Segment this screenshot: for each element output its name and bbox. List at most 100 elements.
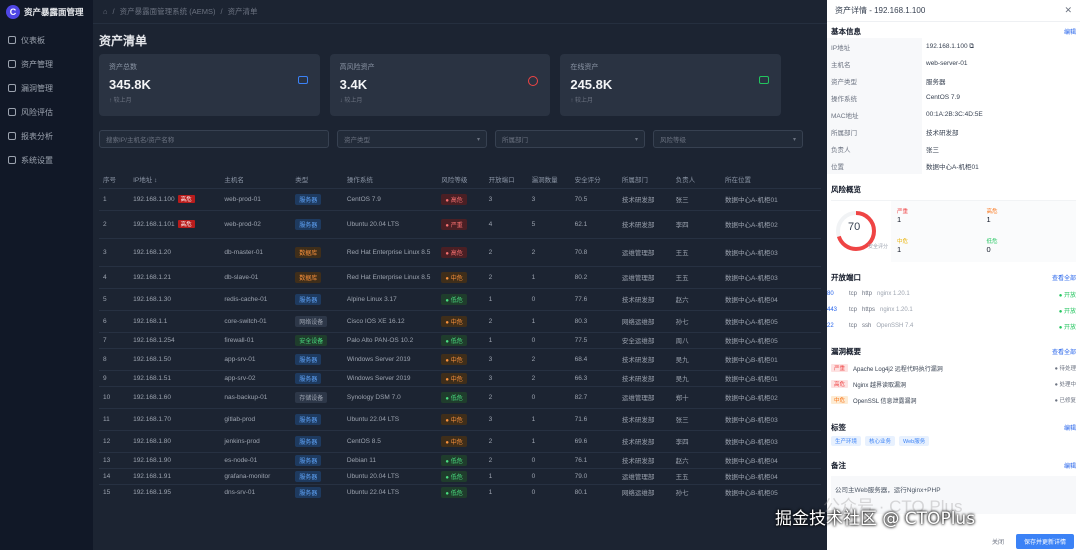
chevron-down-icon: ▾ xyxy=(792,136,796,143)
table-row[interactable]: 10 192.168.1.60 nas-backup-01 存储设备 Synology … xyxy=(99,386,821,408)
edit-link[interactable]: 编辑 xyxy=(1064,27,1076,36)
port-proto: tcp xyxy=(849,291,858,297)
ip-text[interactable]: 192.168.1.50 xyxy=(133,356,171,363)
table-row[interactable]: 6 192.168.1.1 core-switch-01 网络设备 Cisco IOS … xyxy=(99,310,821,332)
cell-ip: 192.168.1.95 xyxy=(129,484,220,500)
column-header[interactable]: 负责人 xyxy=(672,170,721,188)
risk-badge: ● 低危 xyxy=(441,486,467,498)
risk-select[interactable]: 风险等级 ▾ xyxy=(653,130,803,148)
ip-text[interactable]: 192.168.1.101 xyxy=(133,221,175,228)
edit-link[interactable]: 编辑 xyxy=(1064,423,1076,432)
ip-text[interactable]: 192.168.1.60 xyxy=(133,394,171,401)
table-row[interactable]: 9 192.168.1.51 app-srv-02 服务器 Windows Server… xyxy=(99,370,821,386)
dept-select[interactable]: 所属部门 ▾ xyxy=(495,130,645,148)
close-button[interactable]: 关闭 xyxy=(986,535,1010,548)
port-number: 443 xyxy=(827,307,838,313)
column-header[interactable]: 操作系统 xyxy=(343,170,438,188)
info-key: 资产类型 xyxy=(827,72,922,89)
type-badge: 服务器 xyxy=(295,486,322,498)
cell-ip: 192.168.1.254 xyxy=(129,332,220,348)
vuln-row[interactable]: 高危 Nginx 越界读取漏洞 ● 处理中 xyxy=(827,376,1080,392)
risk-badge: ● 中危 xyxy=(441,353,467,365)
column-header[interactable]: 类型 xyxy=(291,170,343,188)
cell-type: 服务器 xyxy=(291,288,343,310)
vuln-row[interactable]: 严重 Apache Log4j2 远程代码执行漏洞 ● 待处理 xyxy=(827,360,1080,376)
table-row[interactable]: 14 192.168.1.91 grafana-monitor 服务器 Ubuntu 2… xyxy=(99,468,821,484)
ip-text[interactable]: 192.168.1.21 xyxy=(133,274,171,281)
column-header[interactable]: 所在位置 xyxy=(721,170,821,188)
home-icon[interactable]: ⌂ xyxy=(103,7,108,16)
sidebar-item-settings[interactable]: 系统设置 xyxy=(0,148,93,172)
breadcrumb-level1[interactable]: 资产暴露面管理系统 (AEMS) xyxy=(120,6,216,17)
risk-badge: ● 低危 xyxy=(441,293,467,305)
tag-chip[interactable]: 生产环境 xyxy=(831,436,862,446)
sidebar-item-label: 报表分析 xyxy=(21,131,53,141)
info-key: 主机名 xyxy=(827,55,922,72)
ip-text[interactable]: 192.168.1.30 xyxy=(133,296,171,303)
cell-no: 11 xyxy=(103,415,110,423)
cell-ip: 192.168.1.51 xyxy=(129,370,220,386)
ip-text[interactable]: 192.168.1.95 xyxy=(133,489,171,496)
column-header[interactable]: 序号 xyxy=(99,170,129,188)
port-row[interactable]: 80 tcp http nginx 1.20.1 ● 开放 xyxy=(827,286,1080,302)
ip-text[interactable]: 192.168.1.51 xyxy=(133,375,171,382)
table-row[interactable]: 11 192.168.1.70 gitlab-prod 服务器 Ubuntu 22.04… xyxy=(99,408,821,430)
table-row[interactable]: 4 192.168.1.21 db-slave-01 数据库 Red Hat Enter… xyxy=(99,266,821,288)
ip-text[interactable]: 192.168.1.100 xyxy=(133,196,175,203)
view-all-link[interactable]: 查看全部 xyxy=(1052,347,1076,356)
cell-host: web-prod-01 xyxy=(224,195,261,203)
column-header[interactable]: 漏洞数量 xyxy=(528,170,571,188)
save-button[interactable]: 保存并更新详情 xyxy=(1015,533,1074,549)
column-header[interactable]: 开放端口 xyxy=(485,170,528,188)
ip-text[interactable]: 192.168.1.80 xyxy=(133,438,171,445)
port-row[interactable]: 443 tcp https nginx 1.20.1 ● 开放 xyxy=(827,302,1080,318)
table-row[interactable]: 3 192.168.1.20 db-master-01 数据库 Red Hat Ente… xyxy=(99,238,821,266)
sidebar-item-vulns[interactable]: 漏洞管理 xyxy=(0,76,93,100)
ip-text[interactable]: 192.168.1.91 xyxy=(133,473,171,480)
sidebar-item-dashboard[interactable]: 仪表板 xyxy=(0,28,93,52)
ip-text[interactable]: 192.168.1.20 xyxy=(133,249,171,256)
port-row[interactable]: 22 tcp ssh OpenSSH 7.4 ● 开放 xyxy=(827,318,1080,334)
cell-owner: 孙七 xyxy=(675,319,689,326)
table-row[interactable]: 15 192.168.1.95 dns-srv-01 服务器 Ubuntu 22.04 … xyxy=(99,484,821,500)
cell-ports: 2 xyxy=(488,437,493,445)
cell-host: jenkins-prod xyxy=(224,437,260,445)
asset-detail-panel: 资产详情 - 192.168.1.100 ✕ 基本信息 编辑 IP地址 192.16… xyxy=(827,0,1080,550)
ip-text[interactable]: 192.168.1.70 xyxy=(133,416,171,423)
vuln-row[interactable]: 中危 OpenSSL 信息泄露漏洞 ● 已修复 xyxy=(827,392,1080,408)
tag-chip[interactable]: Web服务 xyxy=(899,436,930,446)
type-select[interactable]: 资产类型 ▾ xyxy=(337,130,487,148)
breadcrumb-level2: 资产清单 xyxy=(227,7,258,16)
sidebar-item-assets[interactable]: 资产管理 xyxy=(0,52,93,76)
column-header[interactable]: 风险等级 xyxy=(437,170,484,188)
ip-text[interactable]: 192.168.1.254 xyxy=(133,337,175,344)
sidebar-item-risk[interactable]: 风险评估 xyxy=(0,100,93,124)
view-all-link[interactable]: 查看全部 xyxy=(1052,273,1076,282)
table-row[interactable]: 7 192.168.1.254 firewall-01 安全设备 Palo Alto P… xyxy=(99,332,821,348)
type-badge: 服务器 xyxy=(295,413,322,425)
ip-text[interactable]: 192.168.1.1 xyxy=(133,318,167,325)
close-icon[interactable]: ✕ xyxy=(1064,5,1072,16)
cell-vulns: 0 xyxy=(531,393,536,401)
sidebar-item-reports[interactable]: 报表分析 xyxy=(0,124,93,148)
risk-badge: ● 低危 xyxy=(441,470,467,482)
table-row[interactable]: 12 192.168.1.80 jenkins-prod 服务器 CentOS 8.5 ●… xyxy=(99,430,821,452)
edit-link[interactable]: 编辑 xyxy=(1064,461,1076,470)
table-row[interactable]: 1 192.168.1.100 高危 web-prod-01 服务器 CentOS 7.9… xyxy=(99,188,821,210)
column-header[interactable]: 安全评分 xyxy=(571,170,618,188)
table-row[interactable]: 13 192.168.1.90 es-node-01 服务器 Debian 11 ● 低危… xyxy=(99,452,821,468)
ip-text[interactable]: 192.168.1.90 xyxy=(133,457,171,464)
table-row[interactable]: 2 192.168.1.101 高危 web-prod-02 服务器 Ubuntu 20.… xyxy=(99,210,821,238)
table-row[interactable]: 5 192.168.1.30 redis-cache-01 服务器 Alpine Lin… xyxy=(99,288,821,310)
cell-ports: 4 xyxy=(488,220,493,228)
search-input[interactable]: 搜索IP/主机名/资产名称 xyxy=(99,130,329,148)
cell-no: 8 xyxy=(103,355,107,363)
cell-score: 80.1 xyxy=(574,488,588,496)
cell-ports: 1 xyxy=(488,336,493,344)
tag-chip[interactable]: 核心业务 xyxy=(865,436,896,446)
column-header[interactable]: IP地址 ↕ xyxy=(129,170,220,188)
cell-os: Ubuntu 22.04 LTS xyxy=(346,488,400,496)
table-row[interactable]: 8 192.168.1.50 app-srv-01 服务器 Windows Server… xyxy=(99,348,821,370)
column-header[interactable]: 主机名 xyxy=(220,170,291,188)
column-header[interactable]: 所属部门 xyxy=(618,170,672,188)
